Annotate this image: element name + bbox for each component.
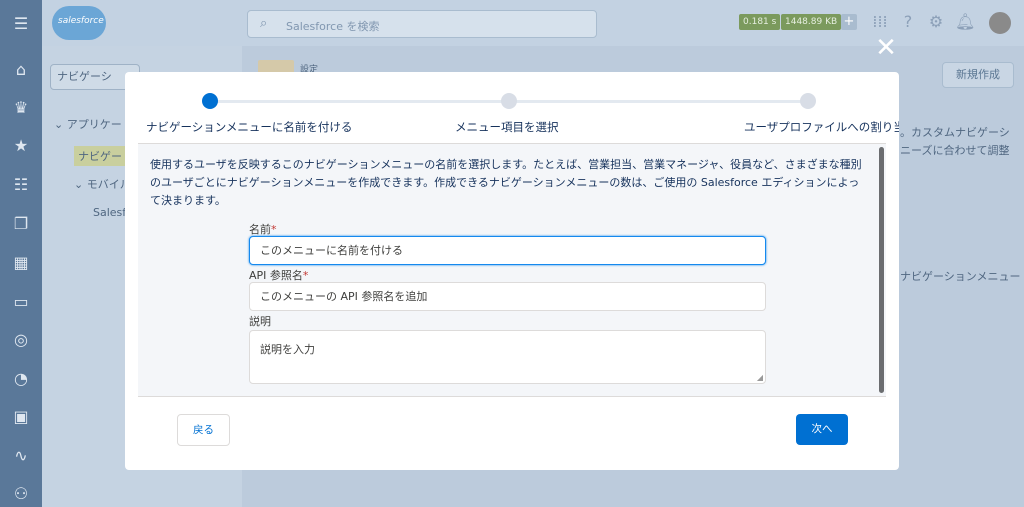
help-icon[interactable]: ? <box>898 12 918 32</box>
global-nav-bar: ☰ ⌂ ♛ ★ ☷ ❐ ▦ ▭ ◎ ◔ ▣ ∿ ⚇ <box>0 0 42 507</box>
new-navigation-menu-wizard: ナビゲーションメニューに名前を付ける メニュー項目を選択 ユーザプロファイルへの… <box>125 72 899 470</box>
step-3-label: ユーザプロファイルへの割り当 <box>744 120 899 134</box>
target-icon[interactable]: ◎ <box>11 330 31 350</box>
search-icon: ⌕ <box>260 16 268 31</box>
waffle-icon[interactable]: ⁞⁞⁞ <box>870 12 890 32</box>
description-textarea[interactable]: 説明を入力 ◢ <box>249 330 766 384</box>
perf-time-badge: 0.181 s <box>739 14 781 30</box>
description-placeholder: 説明を入力 <box>260 343 315 356</box>
task-list-icon[interactable]: ☷ <box>11 175 31 195</box>
crown-icon[interactable]: ♛ <box>11 98 31 118</box>
home-icon[interactable]: ⌂ <box>11 60 31 80</box>
required-mark: * <box>271 223 277 236</box>
scrollbar[interactable] <box>879 147 884 393</box>
contact-card-icon[interactable]: ▭ <box>11 292 31 312</box>
new-button-bg[interactable]: 新規作成 <box>942 62 1014 88</box>
perf-size-badge: 1448.89 KB <box>781 14 842 30</box>
app-launcher-icon[interactable]: ☰ <box>11 14 31 34</box>
name-input-placeholder: このメニューに名前を付ける <box>260 244 403 257</box>
dashboard-icon[interactable]: ◔ <box>11 369 31 389</box>
tree-item-apps[interactable]: ⌄ アプリケー <box>54 116 122 132</box>
required-mark: * <box>302 269 309 282</box>
user-avatar[interactable] <box>987 10 1013 36</box>
next-button[interactable]: 次へ <box>796 414 848 445</box>
step-1-marker <box>202 93 218 109</box>
api-name-field-label: API 参照名* <box>249 269 309 282</box>
wizard-progress: ナビゲーションメニューに名前を付ける メニュー項目を選択 ユーザプロファイルへの… <box>125 72 899 142</box>
step-3-marker <box>800 93 816 109</box>
bg-side-text-2: ニーズに合わせて調整 <box>900 144 1010 157</box>
description-field-label: 説明 <box>249 315 271 328</box>
step-description: 使用するユーザを反映するこのナビゲーションメニューの名前を選択します。たとえば、… <box>150 158 862 207</box>
step-2-marker <box>501 93 517 109</box>
resize-grip-icon[interactable]: ◢ <box>757 373 763 382</box>
name-input[interactable]: このメニューに名前を付ける <box>249 236 766 265</box>
api-name-input[interactable]: このメニューの API 参照名を追加 <box>249 282 766 311</box>
files-icon[interactable]: ❐ <box>11 214 31 234</box>
building-icon[interactable]: ▦ <box>11 253 31 273</box>
gear-icon[interactable]: ⚙ <box>926 12 946 32</box>
logo-text: salesforce <box>58 16 104 26</box>
wizard-body: 使用するユーザを反映するこのナビゲーションメニューの名前を選択します。たとえば、… <box>138 143 886 397</box>
api-name-placeholder: このメニューの API 参照名を追加 <box>260 290 428 303</box>
step-1-label: ナビゲーションメニューに名前を付ける <box>146 120 353 134</box>
name-field-label: 名前* <box>249 223 277 236</box>
back-button[interactable]: 戻る <box>177 414 230 446</box>
global-search[interactable]: ⌕ Salesforce を検索 <box>247 10 597 38</box>
close-modal-icon[interactable]: ✕ <box>874 35 898 61</box>
tree-item-mobile[interactable]: ⌄ モバイル <box>74 176 131 192</box>
pulse-icon[interactable]: ∿ <box>11 446 31 466</box>
bell-icon[interactable]: 🔔︎ <box>955 12 975 32</box>
add-icon[interactable]: + <box>841 14 857 30</box>
calendar-icon[interactable]: ▣ <box>11 407 31 427</box>
tree-item-nav[interactable]: ナビゲー <box>74 146 126 166</box>
salesforce-logo: salesforce <box>52 6 106 40</box>
people-icon[interactable]: ⚇ <box>11 484 31 504</box>
star-icon[interactable]: ★ <box>11 136 31 156</box>
bg-side-text-3: ナビゲーションメニュー <box>900 270 1021 283</box>
bg-side-text-1: 。カスタムナビゲーシ <box>900 126 1010 139</box>
step-2-label: メニュー項目を選択 <box>455 120 559 134</box>
search-placeholder: Salesforce を検索 <box>286 20 380 33</box>
